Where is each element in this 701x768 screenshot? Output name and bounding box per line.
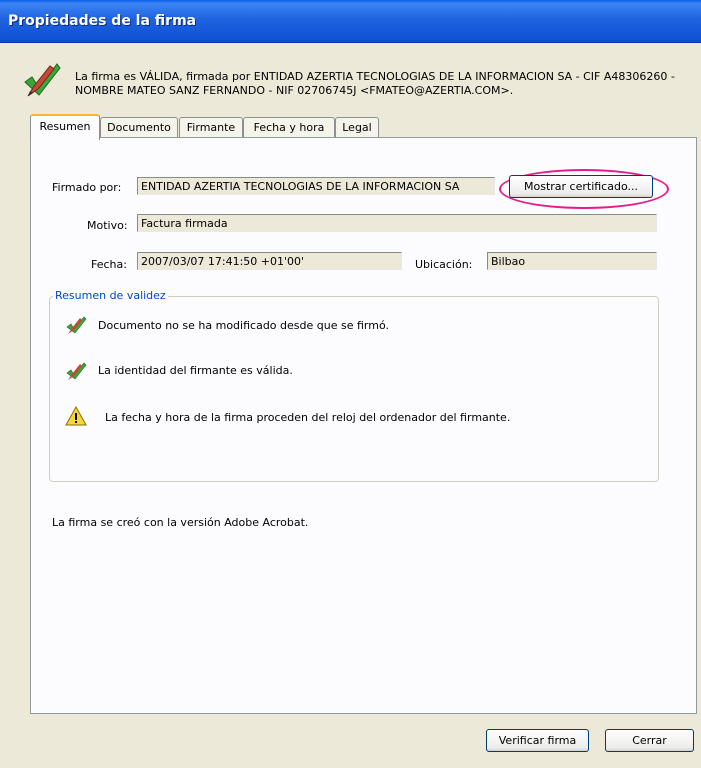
date-label: Fecha: [91, 258, 127, 271]
show-certificate-button[interactable]: Mostrar certificado... [509, 175, 653, 198]
tab-label: Documento [107, 121, 171, 134]
pen-check-icon [24, 63, 61, 97]
location-label: Ubicación: [415, 258, 473, 271]
summary-panel: Firmado por: ENTIDAD AZERTIA TECNOLOGIAS… [30, 137, 697, 714]
tab-legal[interactable]: Legal [335, 117, 379, 138]
verify-signature-button[interactable]: Verificar firma [486, 729, 589, 752]
close-button[interactable]: Cerrar [605, 729, 694, 752]
tab-fecha-y-hora[interactable]: Fecha y hora [243, 117, 335, 138]
signature-status-text: La firma es VÁLIDA, firmada por ENTIDAD … [75, 70, 675, 97]
tab-label: Fecha y hora [253, 121, 325, 134]
window-title: Propiedades de la firma [8, 13, 197, 29]
pen-check-icon [66, 362, 87, 380]
tab-documento[interactable]: Documento [100, 117, 178, 138]
validity-item-timestamp-warning: La fecha y hora de la firma proceden del… [105, 411, 511, 424]
signed-by-field[interactable]: ENTIDAD AZERTIA TECNOLOGIAS DE LA INFORM… [137, 177, 495, 195]
validity-group-title: Resumen de validez [53, 289, 168, 302]
location-field[interactable]: Bilbao [487, 252, 657, 270]
tab-label: Legal [342, 121, 372, 134]
pen-check-icon [66, 316, 87, 334]
signed-by-label: Firmado por: [52, 181, 122, 194]
validity-item-identity: La identidad del firmante es válida. [98, 364, 293, 377]
reason-label: Motivo: [87, 219, 128, 232]
warning-icon [65, 405, 87, 426]
tab-label: Resumen [39, 120, 91, 133]
tab-label: Firmante [186, 121, 236, 134]
validity-item-unmodified: Documento no se ha modificado desde que … [98, 319, 389, 332]
reason-field[interactable]: Factura firmada [137, 214, 657, 232]
tab-resumen[interactable]: Resumen [30, 114, 100, 140]
title-bar[interactable]: Propiedades de la firma [0, 0, 701, 43]
tab-firmante[interactable]: Firmante [179, 117, 243, 138]
date-field[interactable]: 2007/03/07 17:41:50 +01'00' [137, 252, 402, 270]
creation-note: La firma se creó con la versión Adobe Ac… [52, 516, 309, 529]
